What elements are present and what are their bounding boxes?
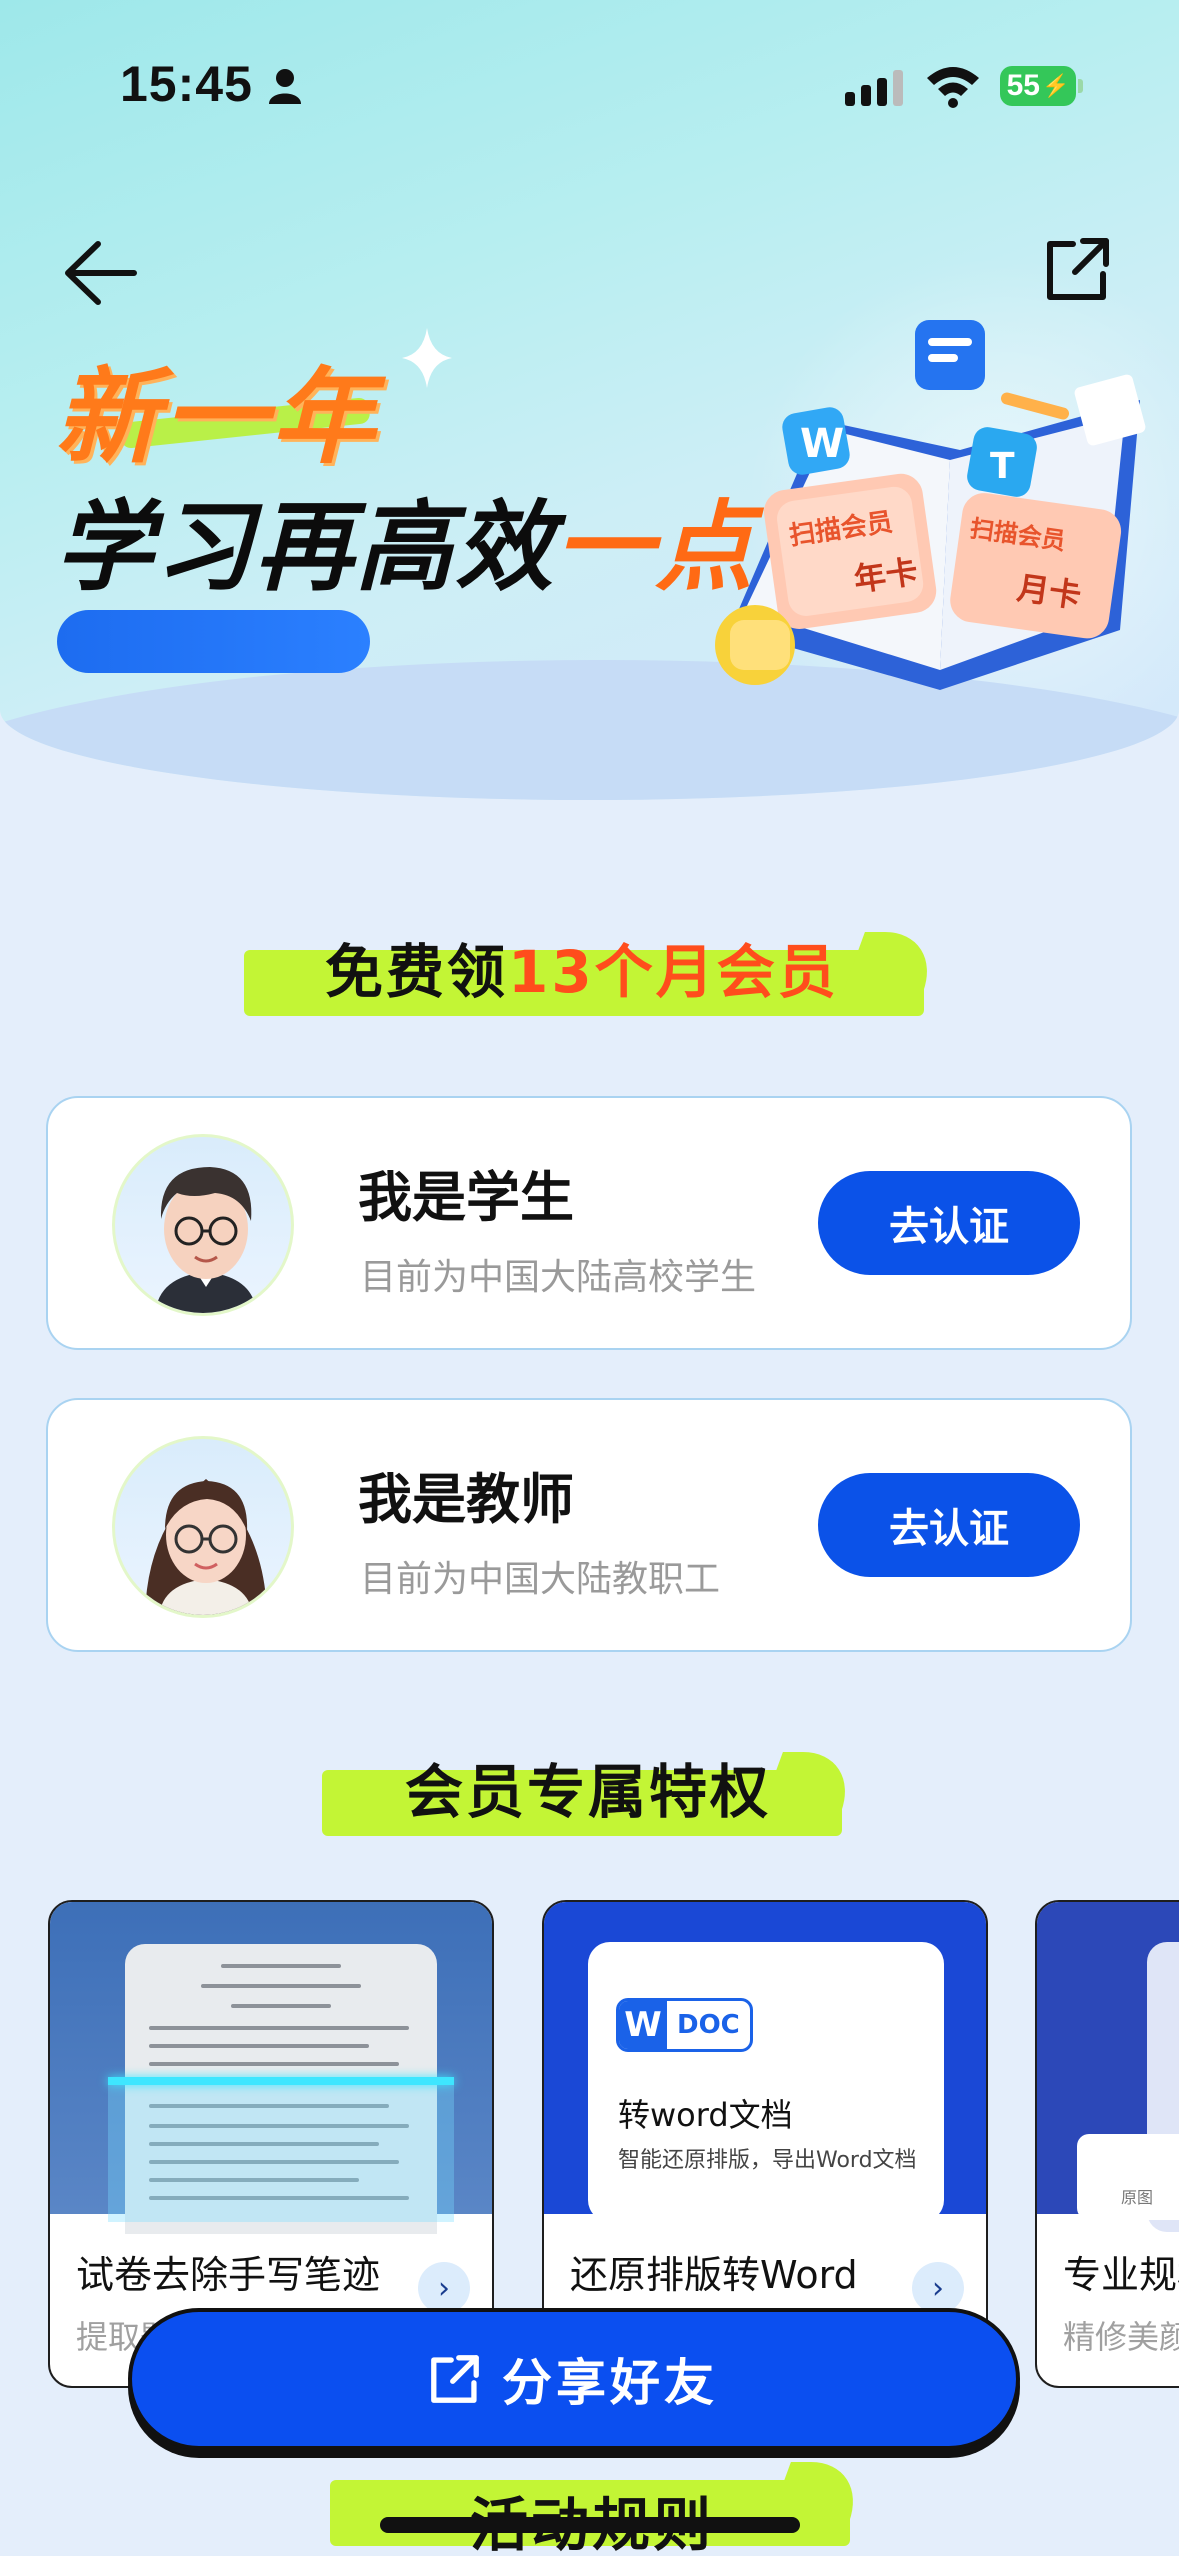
section-free-prefix: 免费领 xyxy=(325,938,509,1006)
hero-title-line2-main: 学习再高效 xyxy=(55,491,556,605)
scan-line xyxy=(108,2077,454,2085)
wifi-icon xyxy=(927,67,979,108)
section-free-highlight: 13个月会员 xyxy=(508,938,839,1006)
status-time: 15:45 xyxy=(120,56,253,112)
word-doc-badge: W DOC xyxy=(616,1998,753,2052)
status-bar: 15:45 55 ⚡ xyxy=(0,0,1179,170)
teacher-card: 我是教师 目前为中国大陆教职工 去认证 xyxy=(46,1398,1132,1652)
home-indicator[interactable] xyxy=(380,2517,800,2533)
svg-text:T: T xyxy=(990,446,1015,487)
chevron-right-icon[interactable]: › xyxy=(912,2262,964,2314)
hero-pill-button[interactable] xyxy=(57,610,370,673)
doc-subtitle: 智能还原排版，导出Word文档 xyxy=(618,2148,917,2173)
hero-title-line2: 学习再高效一点 xyxy=(55,468,755,610)
teacher-verify-button[interactable]: 去认证 xyxy=(818,1473,1080,1577)
student-avatar xyxy=(112,1134,294,1316)
share-friends-button[interactable]: 分享好友 xyxy=(128,2308,1020,2450)
student-subtitle: 目前为中国大陆高校学生 xyxy=(360,1257,757,1298)
teacher-subtitle: 目前为中国大陆教职工 xyxy=(360,1559,721,1600)
person-icon xyxy=(269,69,301,104)
original-label: 原图 xyxy=(1077,2134,1179,2220)
feature-card-id-photo[interactable]: 原图 专业规格 精修美颜 xyxy=(1035,1900,1179,2388)
student-card: 我是学生 目前为中国大陆高校学生 去认证 xyxy=(46,1096,1132,1350)
section-free-title: 免费领13个月会员 xyxy=(325,925,839,1009)
student-title: 我是学生 xyxy=(358,1166,574,1229)
feature-title: 还原排版转Word xyxy=(570,2253,858,2297)
feature-preview: W DOC 转word文档 智能还原排版，导出Word文档 xyxy=(544,1902,986,2222)
hero-title-line1: 新一年 xyxy=(55,356,380,478)
feature-preview: 原图 xyxy=(1037,1902,1179,2232)
section-privileges-title: 会员专属特权 xyxy=(405,1758,772,1826)
feature-subtitle: 精修美颜 xyxy=(1063,2318,1179,2356)
chevron-right-icon[interactable]: › xyxy=(418,2262,470,2314)
svg-text:W: W xyxy=(800,421,844,467)
feature-title: 专业规格 xyxy=(1063,2253,1179,2297)
share-icon[interactable] xyxy=(1045,236,1111,302)
doc-label: DOC xyxy=(677,2010,740,2040)
sparkle-icon xyxy=(402,328,452,388)
battery-level: 55 xyxy=(1006,69,1040,102)
battery-indicator: 55 ⚡ xyxy=(1000,66,1083,106)
charging-icon: ⚡ xyxy=(1041,73,1070,98)
feature-title: 试卷去除手写笔迹 xyxy=(76,2253,381,2297)
membership-book-illustration: 扫描会员 年卡 扫描会员 月卡 W T xyxy=(715,320,1146,690)
share-friends-label: 分享好友 xyxy=(502,2354,718,2412)
feature-preview xyxy=(50,1902,492,2234)
teacher-avatar xyxy=(112,1436,294,1618)
doc-title: 转word文档 xyxy=(618,2096,793,2134)
back-arrow-icon[interactable] xyxy=(62,238,140,308)
word-icon: W xyxy=(619,2001,667,2049)
word-doc-preview: W DOC 转word文档 智能还原排版，导出Word文档 xyxy=(588,1942,944,2222)
cellular-signal-icon xyxy=(845,70,903,106)
teacher-title: 我是教师 xyxy=(358,1468,574,1531)
student-verify-button[interactable]: 去认证 xyxy=(818,1171,1080,1275)
share-icon xyxy=(431,2355,479,2403)
